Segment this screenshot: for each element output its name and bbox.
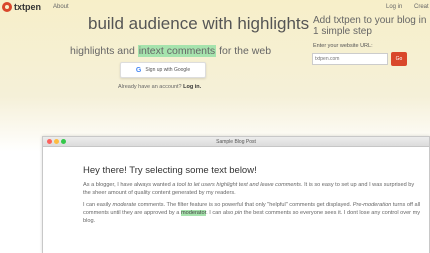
p2-emphasis-moderate: moderate [112, 202, 137, 208]
highlighted-moderator[interactable]: moderator [180, 210, 207, 217]
hero-headline: build audience with highlights [88, 14, 310, 33]
login-link[interactable]: Log in. [183, 84, 201, 90]
google-signup-button[interactable]: G Sign up with Google [120, 62, 206, 78]
window-titlebar: Sample Blog Post [43, 137, 429, 147]
post-title: Hey there! Try selecting some text below… [83, 165, 257, 176]
p1-text-a: As a blogger, I have always wanted [83, 182, 173, 188]
account-prompt: Already have an account? Log in. [118, 84, 201, 90]
p2-text-c: comments. The filter feature is so power… [136, 202, 353, 208]
account-prompt-text: Already have an account? [118, 84, 182, 90]
txtpen-logo-icon [2, 2, 12, 12]
google-icon: G [135, 66, 142, 74]
p1-emphasis: a tool to let users highlight text and l… [172, 182, 301, 188]
subline-text-before: highlights and [70, 45, 138, 57]
nav-login-link[interactable]: Log in [386, 4, 402, 10]
nav-create-link[interactable]: Creat [414, 4, 429, 10]
google-signup-label: Sign up with Google [145, 67, 191, 73]
logo-text: txtpen [14, 2, 41, 12]
subline-text-after: for the web [216, 45, 272, 57]
side-title: Add txtpen to your blog in 1 simple step [313, 15, 427, 37]
post-paragraph-1[interactable]: As a blogger, I have always wanted a too… [83, 181, 423, 197]
sample-browser-window: Sample Blog Post Hey there! Try selectin… [42, 136, 430, 253]
window-title: Sample Blog Post [216, 139, 256, 145]
p2-emphasis-premoderation: Pre-moderation [352, 202, 392, 208]
post-paragraph-2[interactable]: I can easily moderate comments. The filt… [83, 201, 423, 226]
url-label: Enter your website URL: [313, 43, 373, 49]
hero-subline: highlights and intext comments for the w… [70, 45, 271, 57]
p2-text-g: . I can also [206, 210, 235, 217]
subline-highlight: intext comments [137, 45, 217, 57]
logo[interactable]: txtpen [2, 2, 41, 12]
website-url-input[interactable] [312, 53, 388, 65]
p2-text-a: I can easily [83, 202, 113, 208]
go-button[interactable]: Go [391, 52, 407, 66]
nav-about-link[interactable]: About [53, 4, 69, 10]
